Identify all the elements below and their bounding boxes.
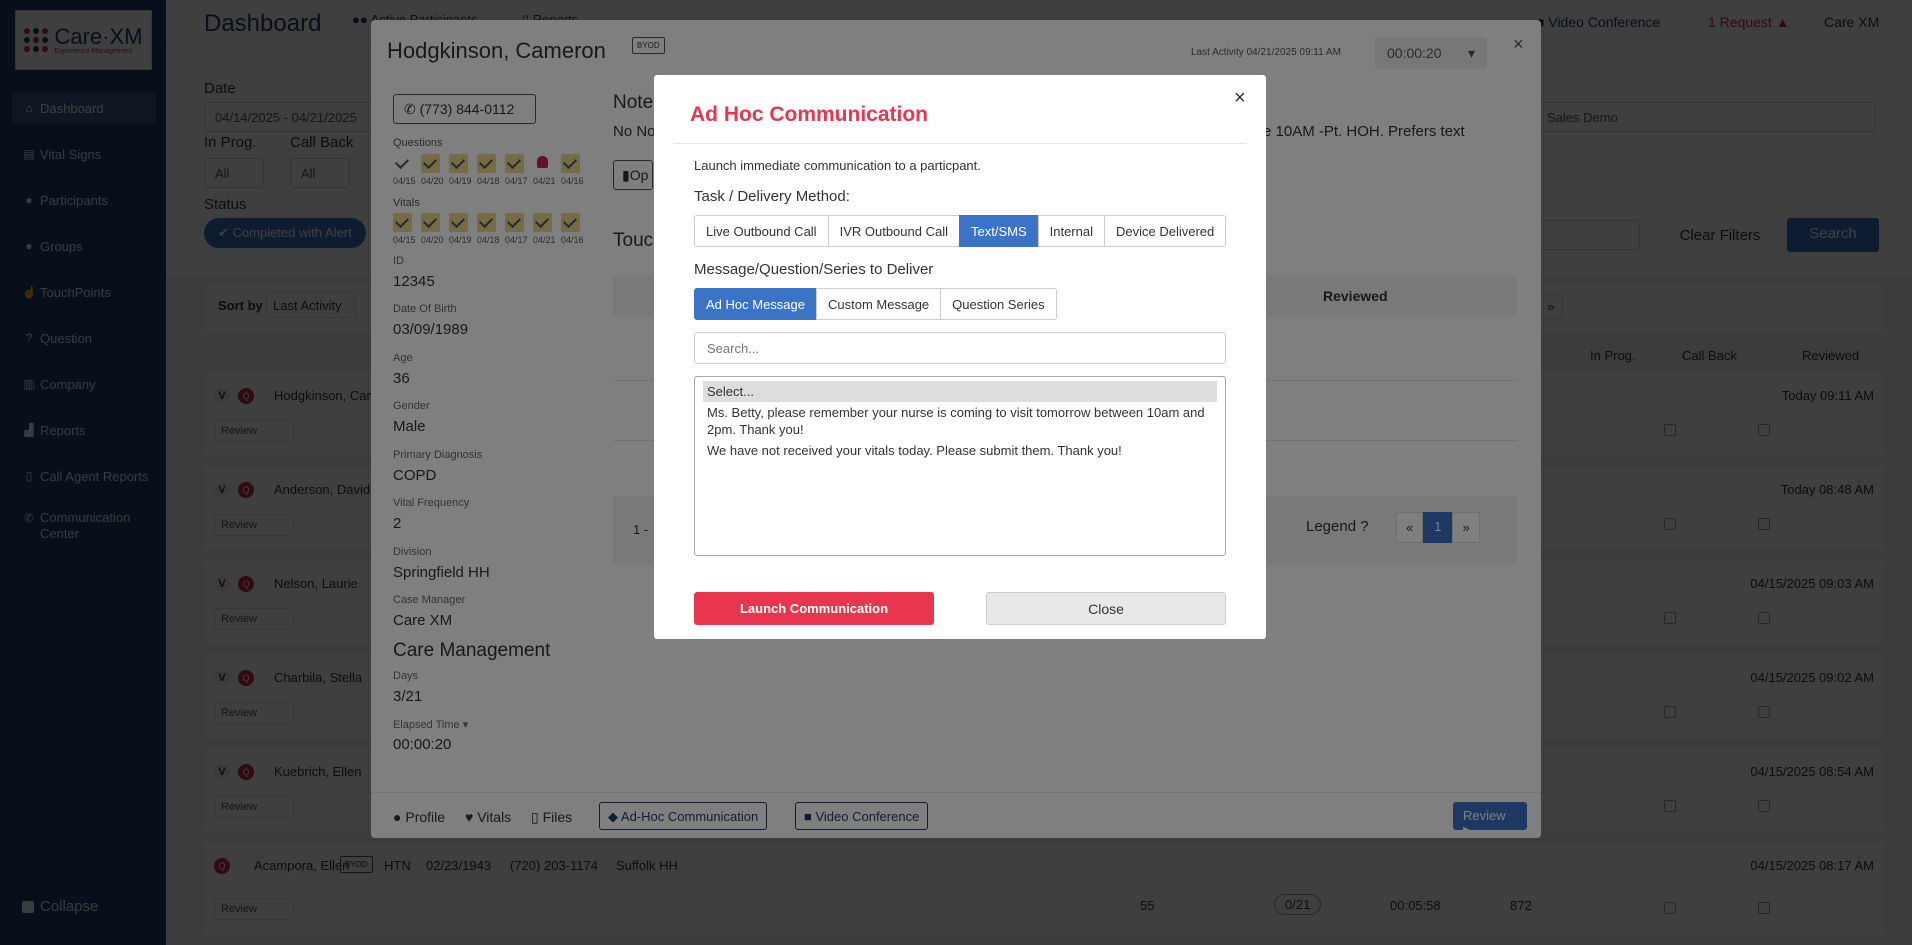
type-custom-message[interactable]: Custom Message (816, 288, 942, 320)
message-type-group: Ad Hoc Message Custom Message Question S… (694, 288, 1057, 320)
method-internal[interactable]: Internal (1037, 215, 1105, 247)
method-ivr-outbound-call[interactable]: IVR Outbound Call (827, 215, 960, 247)
modal-title: Ad Hoc Communication (690, 103, 929, 126)
divider (674, 143, 1246, 144)
method-label: Task / Delivery Method: (694, 188, 850, 205)
close-icon[interactable]: × (1234, 87, 1246, 110)
list-item[interactable]: We have not received your vitals today. … (703, 440, 1217, 461)
message-listbox[interactable]: Select... Ms. Betty, please remember you… (694, 376, 1226, 556)
method-device-delivered[interactable]: Device Delivered (1103, 215, 1227, 247)
list-item[interactable]: Ms. Betty, please remember your nurse is… (703, 402, 1217, 440)
delivery-method-group: Live Outbound Call IVR Outbound Call Tex… (694, 215, 1227, 247)
type-question-series[interactable]: Question Series (940, 288, 1057, 320)
list-item[interactable]: Select... (703, 381, 1217, 402)
method-text-sms[interactable]: Text/SMS (958, 215, 1039, 247)
launch-communication-button[interactable]: Launch Communication (694, 592, 934, 625)
close-button[interactable]: Close (986, 592, 1226, 625)
message-search-input[interactable] (694, 332, 1226, 364)
adhoc-communication-modal: Ad Hoc Communication × Launch immediate … (654, 75, 1266, 639)
type-ad-hoc-message[interactable]: Ad Hoc Message (694, 288, 817, 320)
modal-subtitle: Launch immediate communication to a part… (694, 158, 981, 173)
message-label: Message/Question/Series to Deliver (694, 261, 934, 278)
method-live-outbound-call[interactable]: Live Outbound Call (694, 215, 829, 247)
